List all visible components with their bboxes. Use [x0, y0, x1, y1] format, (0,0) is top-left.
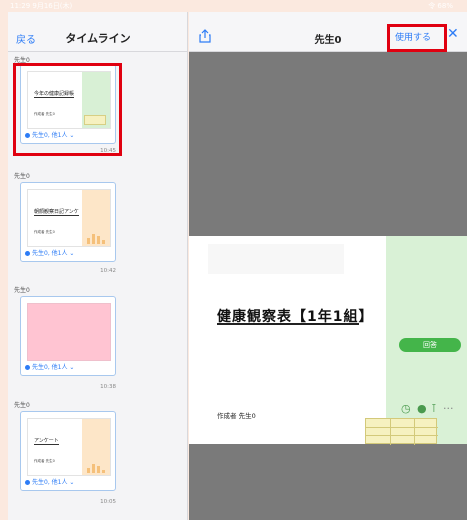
person-icon[interactable]: ● — [417, 402, 427, 415]
document-author: 作成者 先生0 — [217, 412, 256, 420]
thumbnail-author: 作成者 先生0 — [34, 230, 55, 234]
document-viewer: 先生0 使用する ✕ 健康観察表【1年1組】 作成者 先生0 回答 ◷ ● ⊺ … — [189, 12, 467, 520]
entry-time: 10:42 — [100, 268, 116, 274]
thumbnail-title: 朝顔観察日記アンケ — [34, 209, 79, 216]
status-battery: 令 68% — [428, 2, 453, 10]
status-bar: 11:29 9月16日(木) 令 68% — [0, 0, 467, 12]
thumbnail-author: 作成者 先生0 — [34, 459, 55, 463]
share-info[interactable]: 先生0, 他1人 ⌄ — [25, 477, 74, 486]
document-preview: 健康観察表【1年1組】 作成者 先生0 回答 ◷ ● ⊺ ··· — [189, 236, 467, 445]
person-icon — [25, 365, 30, 370]
document-card[interactable]: 朝顔観察日記アンケ 作成者 先生0 先生0, 他1人 ⌄ — [20, 182, 116, 262]
document-card[interactable]: 先生0, 他1人 ⌄ — [20, 296, 116, 376]
share-info[interactable]: 先生0, 他1人 ⌄ — [25, 362, 74, 371]
use-button-highlight — [387, 24, 447, 52]
blank-field — [208, 244, 344, 274]
entry-author: 先生0 — [14, 173, 30, 180]
bar-graphic — [85, 232, 107, 244]
entry-time: 10:38 — [100, 384, 116, 390]
document-thumbnail: アンケート 作成者 先生0 — [27, 418, 111, 476]
selection-highlight — [13, 63, 122, 156]
thumbnail-title: アンケート — [34, 438, 59, 445]
share-info[interactable]: 先生0, 他1人 ⌄ — [25, 248, 74, 257]
answer-button[interactable]: 回答 — [399, 338, 461, 352]
status-time: 11:29 9月16日(木) — [10, 2, 73, 10]
more-icon[interactable]: ··· — [443, 402, 454, 415]
entry-author: 先生0 — [14, 402, 30, 409]
timeline-nav-bar: 戻る タイムライン — [8, 12, 187, 52]
bar-graphic — [85, 461, 107, 473]
document-toolbar: ◷ ● ⊺ ··· — [399, 401, 461, 417]
document-thumbnail: 朝顔観察日記アンケ 作成者 先生0 — [27, 189, 111, 247]
close-icon[interactable]: ✕ — [447, 26, 459, 42]
person-icon — [25, 480, 30, 485]
clock-icon[interactable]: ◷ — [401, 402, 411, 415]
entry-author: 先生0 — [14, 287, 30, 294]
entry-time: 10:05 — [100, 499, 116, 505]
document-card[interactable]: アンケート 作成者 先生0 先生0, 他1人 ⌄ — [20, 411, 116, 491]
thermometer-icon[interactable]: ⊺ — [431, 402, 437, 415]
heading-underline — [217, 323, 359, 325]
person-icon — [25, 251, 30, 256]
document-thumbnail — [27, 303, 111, 361]
table-graphic — [365, 418, 438, 445]
timeline-title: タイムライン — [65, 32, 131, 45]
